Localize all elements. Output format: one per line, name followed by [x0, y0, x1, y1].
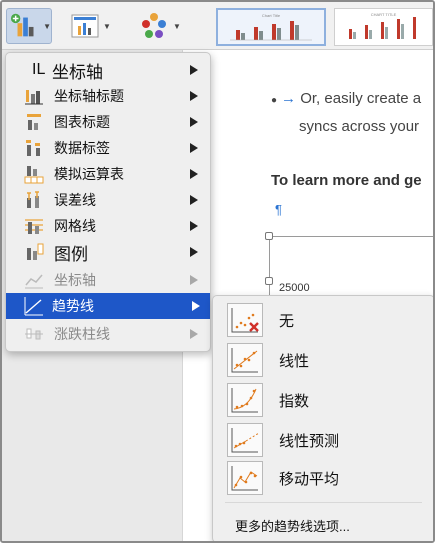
menu-item-label: 数据标签 [54, 140, 110, 156]
chevron-down-icon: ▼ [173, 21, 181, 31]
arrow-right-icon [190, 143, 198, 153]
trendline-option-none[interactable]: 无 [227, 302, 294, 338]
color-palette-icon [142, 13, 166, 38]
trendline-option-linear[interactable]: 线性 [227, 342, 309, 378]
menu-item-gridlines[interactable]: 网格线 [8, 213, 208, 239]
arrow-icon: → [281, 90, 301, 107]
legend-icon [22, 241, 46, 263]
trendline-linear-icon [227, 343, 263, 377]
trendline-linear-forecast-icon [227, 423, 263, 457]
resize-handle[interactable] [265, 277, 273, 285]
axis-titles-icon [22, 85, 46, 107]
trendline-exponential-icon [227, 383, 263, 417]
trendline-option-label: 移动平均 [279, 470, 340, 488]
menu-item-axes[interactable]: IL 坐标轴 [8, 57, 208, 83]
error-bars-icon [22, 189, 46, 211]
arrow-right-icon [190, 65, 198, 75]
arrow-right-icon [190, 169, 198, 179]
chart-add-icon [10, 13, 34, 37]
doc-heading: To learn more and ge [271, 172, 422, 189]
trendline-option-label: 线性 [279, 352, 310, 370]
trendline-submenu: 无 线性 指数 线性预测 移动平均 更多的趋势线选项... [212, 295, 433, 541]
data-labels-icon [22, 137, 46, 159]
trendline-moving-average-icon [227, 461, 263, 495]
mini-chart-icon [349, 17, 416, 39]
trendline-none-icon [227, 303, 263, 337]
up-down-bars-icon [22, 323, 46, 345]
arrow-right-icon [190, 221, 198, 231]
mini-chart-icon [230, 21, 312, 41]
doc-bullet-line: ● → Or, easily create a [271, 90, 421, 107]
menu-item-label: 坐标轴 [54, 272, 96, 288]
quick-layout-button[interactable]: ▼ [70, 8, 118, 44]
pilcrow-mark: ¶ [275, 202, 282, 217]
menu-item-error-bars[interactable]: 误差线 [8, 187, 208, 213]
chart-title-icon [22, 111, 46, 133]
trendline-option-exponential[interactable]: 指数 [227, 382, 309, 418]
arrow-right-icon [192, 301, 200, 311]
ribbon: ▼ ▼ ▼ Chart Title CHART TITLE [2, 2, 433, 50]
arrow-right-icon [190, 117, 198, 127]
axis-value-label: 25000 [279, 282, 310, 294]
menu-item-label: 误差线 [54, 192, 96, 208]
lines-icon [22, 269, 46, 291]
arrow-right-icon [190, 329, 198, 339]
chevron-down-icon: ▼ [43, 21, 51, 31]
data-table-icon [22, 163, 46, 185]
axes-icon: IL [32, 61, 46, 78]
doc-text: Or, easily create a [300, 90, 422, 107]
trendline-option-linear-forecast[interactable]: 线性预测 [227, 422, 339, 458]
bullet-dot: ● [271, 95, 278, 106]
menu-separator [225, 502, 422, 503]
gridlines-icon [22, 215, 46, 237]
doc-text: syncs across your [299, 118, 420, 135]
menu-item-label: 坐标轴 [52, 62, 103, 82]
chart-style-thumb-selected[interactable]: Chart Title [216, 8, 326, 46]
menu-item-label: 图表标题 [54, 114, 110, 130]
app-window: ▼ ▼ ▼ Chart Title CHART TITLE ● → Or, ea… [0, 0, 435, 543]
menu-item-data-labels[interactable]: 数据标签 [8, 135, 208, 161]
chart-styles-gallery: Chart Title CHART TITLE [192, 6, 433, 48]
menu-item-label: 模拟运算表 [54, 166, 124, 182]
menu-item-trendline[interactable]: 趋势线 [6, 293, 210, 319]
add-chart-element-menu: IL 坐标轴 坐标轴标题 图表标题 数据标签 模拟运算表 误差线 网格线 图例 … [5, 52, 211, 352]
chart-style-thumb[interactable]: CHART TITLE [334, 8, 433, 46]
chevron-down-icon: ▼ [103, 21, 111, 31]
quick-layout-icon [71, 14, 99, 38]
trendline-option-label: 线性预测 [279, 432, 340, 450]
menu-item-label: 坐标轴标题 [54, 88, 124, 104]
arrow-right-icon [190, 195, 198, 205]
doc-heading-line: To learn more and ge [271, 172, 422, 189]
menu-item-label: 图例 [54, 244, 88, 264]
trendline-option-moving-average[interactable]: 移动平均 [227, 460, 339, 496]
menu-item-lines[interactable]: 坐标轴 [8, 267, 208, 293]
trendline-icon [22, 295, 46, 317]
menu-item-data-table[interactable]: 模拟运算表 [8, 161, 208, 187]
menu-item-label: 网格线 [54, 218, 96, 234]
menu-item-label: 涨跌柱线 [54, 326, 110, 342]
add-chart-element-button[interactable]: ▼ [6, 8, 52, 44]
menu-item-axis-titles[interactable]: 坐标轴标题 [8, 83, 208, 109]
arrow-right-icon [190, 275, 198, 285]
change-colors-button[interactable]: ▼ [138, 8, 188, 44]
trendline-option-label: 无 [279, 312, 295, 330]
menu-item-legend[interactable]: 图例 [8, 239, 208, 265]
arrow-right-icon [190, 247, 198, 257]
menu-item-up-down-bars[interactable]: 涨跌柱线 [8, 321, 208, 347]
more-trendline-options[interactable]: 更多的趋势线选项... [235, 516, 350, 535]
menu-item-chart-title[interactable]: 图表标题 [8, 109, 208, 135]
resize-handle[interactable] [265, 232, 273, 240]
trendline-option-label: 指数 [279, 392, 310, 410]
arrow-right-icon [190, 91, 198, 101]
menu-item-label: 趋势线 [52, 298, 94, 314]
